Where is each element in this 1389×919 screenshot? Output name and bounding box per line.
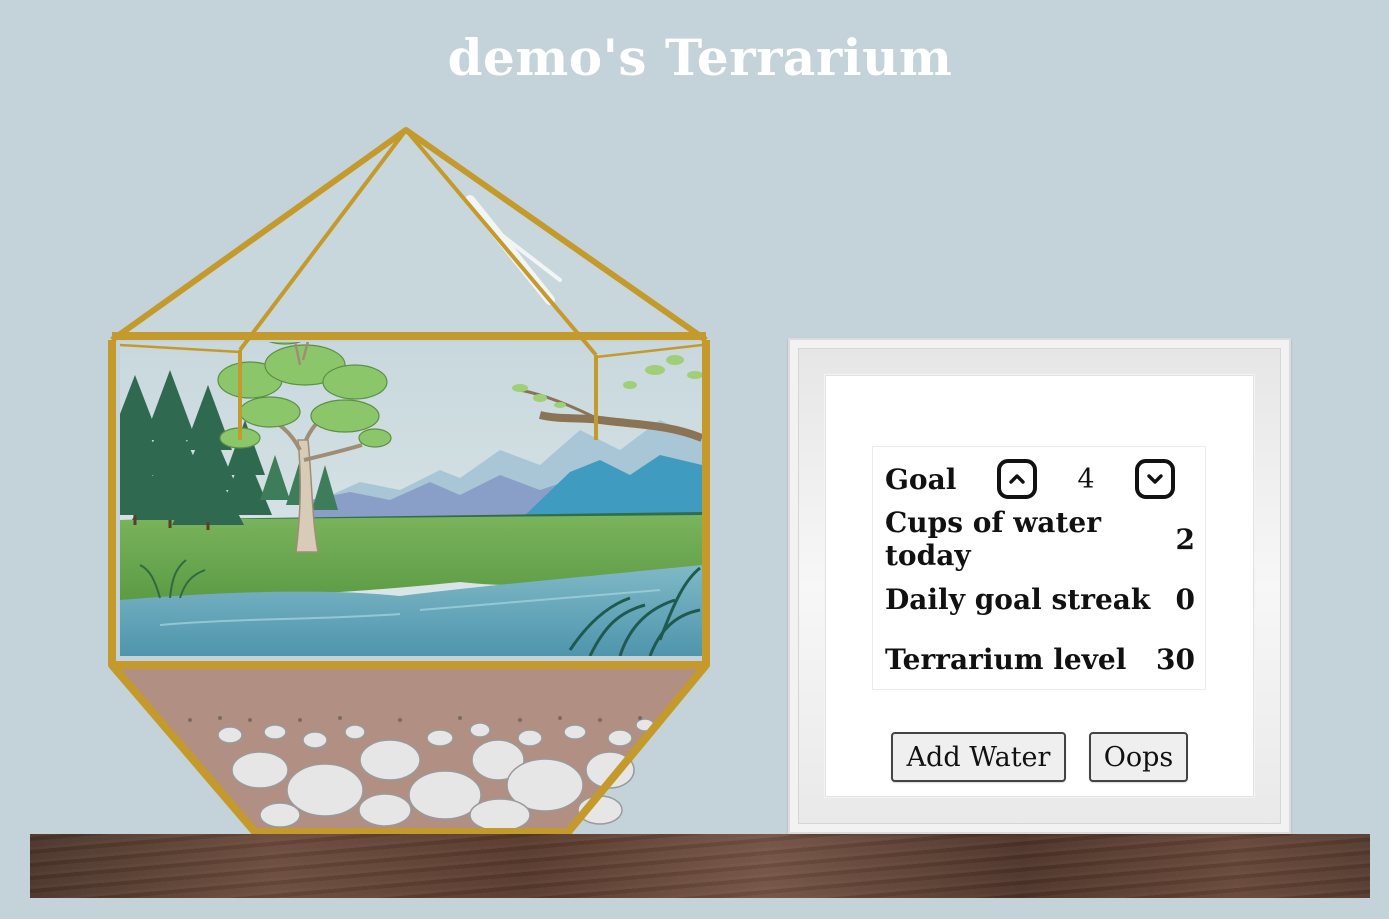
goal-value: 4 <box>1077 463 1095 495</box>
goal-row: Goal 4 <box>885 457 1195 501</box>
streak-label: Daily goal streak <box>885 582 1151 616</box>
oops-button[interactable]: Oops <box>1089 732 1188 782</box>
goal-increase-button[interactable] <box>997 459 1037 499</box>
goal-decrease-button[interactable] <box>1135 459 1175 499</box>
stats-frame: Goal 4 Cups of water today 2 Daily goal … <box>788 338 1291 834</box>
page-title: demo's Terrarium <box>447 28 953 87</box>
cups-row: Cups of water today 2 <box>885 506 1195 572</box>
chevron-down-icon <box>1147 474 1163 484</box>
terrarium-illustration <box>108 127 710 836</box>
wooden-shelf <box>30 834 1370 898</box>
stats-table: Goal 4 Cups of water today 2 Daily goal … <box>872 446 1206 690</box>
level-label: Terrarium level <box>885 642 1127 676</box>
chevron-up-icon <box>1009 474 1025 484</box>
level-row: Terrarium level 30 <box>885 637 1195 681</box>
streak-row: Daily goal streak 0 <box>885 577 1195 621</box>
level-value: 30 <box>1156 642 1195 676</box>
cups-value: 2 <box>1175 522 1195 556</box>
add-water-button[interactable]: Add Water <box>891 732 1066 782</box>
cups-label: Cups of water today <box>885 506 1101 572</box>
streak-value: 0 <box>1175 582 1195 616</box>
goal-label: Goal <box>885 462 957 496</box>
